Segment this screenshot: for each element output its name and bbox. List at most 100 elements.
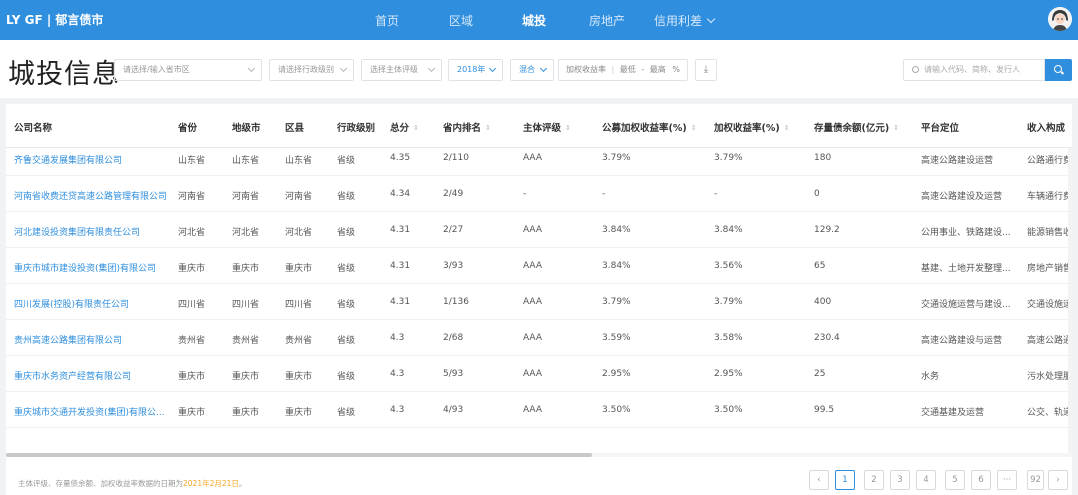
balance-cell: 400 xyxy=(814,297,832,307)
table-row[interactable]: 重庆城市交通开发投资(集团)有限公... 重庆市 重庆市 重庆市 省级 4.3 4/93 AA… xyxy=(6,392,1072,428)
admin-level-cell: 省级 xyxy=(337,156,356,166)
company-name-link[interactable]: 贵州高速公路集团有限公司 xyxy=(14,333,184,346)
page-button[interactable]: 2 xyxy=(864,470,884,490)
revenue-cell: 公路通行费 xyxy=(1027,156,1068,166)
year-select[interactable]: 2018年 xyxy=(448,59,503,81)
admin-level-cell: 省级 xyxy=(337,300,356,310)
yield-min-input[interactable]: 最低 xyxy=(620,65,636,74)
province-select[interactable]: 请选择/输入省市区 xyxy=(114,59,262,81)
balance-cell: 0 xyxy=(814,189,820,199)
search-button[interactable] xyxy=(1045,59,1072,81)
brand-logo[interactable]: LY GF | 郁言债市 xyxy=(6,11,103,28)
prev-page-button[interactable]: ‹ xyxy=(809,470,829,490)
column-header-yield-label: 加权收益率(%) xyxy=(714,123,780,134)
page-button[interactable]: 1 xyxy=(835,470,855,490)
page-button[interactable]: 3 xyxy=(890,470,910,490)
company-name-link[interactable]: 重庆城市交通开发投资(集团)有限公... xyxy=(14,405,184,418)
nav-item-credit-spread[interactable]: 信用利差 xyxy=(654,12,716,29)
page-button[interactable]: 92 xyxy=(1027,470,1044,490)
avatar[interactable] xyxy=(1048,7,1072,31)
next-page-button[interactable]: › xyxy=(1048,470,1068,490)
download-button[interactable]: ⤓ xyxy=(695,59,717,81)
yield-cell: 3.79% xyxy=(714,153,743,163)
horizontal-scrollbar[interactable] xyxy=(6,453,1072,457)
position-cell: 交通设施运营与建设... xyxy=(921,300,1011,310)
rank-cell: 3/93 xyxy=(443,261,464,271)
nav-item-home[interactable]: 首页 xyxy=(375,12,399,29)
nav-item-real-estate[interactable]: 房地产 xyxy=(589,12,625,29)
city-cell: 河南省 xyxy=(232,192,260,202)
city-cell: 河北省 xyxy=(232,228,260,238)
table-row[interactable]: 四川发展(控股)有限责任公司 四川省 四川省 四川省 省级 4.31 1/136 AAA 3.7… xyxy=(6,284,1072,320)
mode-select[interactable]: 混合 xyxy=(510,59,554,81)
rank-cell: 4/93 xyxy=(443,405,464,415)
yield-cell: 3.56% xyxy=(714,261,743,271)
column-header-admin-level: 行政级别 xyxy=(337,123,376,134)
score-cell: 4.3 xyxy=(390,369,405,379)
sort-icon: ⇕ xyxy=(690,124,697,132)
yield-max-input[interactable]: 最高 xyxy=(650,65,666,74)
note-prefix: 主体评级、存量债余额、加权收益率数据的日期为 xyxy=(18,479,183,488)
company-name-link[interactable]: 河北建设投资集团有限责任公司 xyxy=(14,225,184,238)
rank-cell: 2/110 xyxy=(443,153,469,163)
yield-range-filter[interactable]: 加权收益率 | 最低 - 最高 % xyxy=(558,59,688,81)
column-header-rating[interactable]: 主体评级 ⇕ xyxy=(523,120,571,134)
revenue-cell: 车辆通行费 xyxy=(1027,192,1068,202)
admin-level-cell: 省级 xyxy=(337,408,356,418)
page-button[interactable]: 5 xyxy=(945,470,965,490)
position-cell: 高速公路建设与运营 xyxy=(921,336,1003,346)
city-cell: 重庆市 xyxy=(232,264,260,274)
column-header-yield[interactable]: 加权收益率(%) ⇕ xyxy=(714,120,790,134)
rank-cell: 5/93 xyxy=(443,369,464,379)
table-row[interactable]: 重庆市水务资产经营有限公司 重庆市 重庆市 重庆市 省级 4.3 5/93 AAA 2.95% 2… xyxy=(6,356,1072,392)
rating-cell: AAA xyxy=(523,369,542,379)
column-header-score-label: 总分 xyxy=(390,123,410,134)
filter-bar: 城投信息 请选择/输入省市区 请选择行政级别 选择主体评级 2018年 混合 加… xyxy=(0,40,1078,98)
score-cell: 4.3 xyxy=(390,405,405,415)
table-row[interactable]: 重庆市城市建设投资(集团)有限公司 重庆市 重庆市 重庆市 省级 4.31 3/93 AAA 3… xyxy=(6,248,1072,284)
revenue-cell: 房地产销售 xyxy=(1027,264,1068,274)
table-row[interactable]: 河南省收费还贷高速公路管理有限公司 河南省 河南省 河南省 省级 4.34 2/49- - -0… xyxy=(6,176,1072,212)
search-input[interactable]: 请输入代码、简称、发行人 xyxy=(903,59,1045,81)
download-icon: ⤓ xyxy=(703,64,709,75)
column-header-balance-label: 存量债余额(亿元) xyxy=(814,123,890,134)
company-name-link[interactable]: 重庆市城市建设投资(集团)有限公司 xyxy=(14,261,184,274)
company-name-link[interactable]: 齐鲁交通发展集团有限公司 xyxy=(14,153,184,166)
company-name-link[interactable]: 河南省收费还贷高速公路管理有限公司 xyxy=(14,189,184,202)
page-button[interactable]: 6 xyxy=(971,470,991,490)
column-header-province: 省份 xyxy=(178,123,198,134)
mode-select-value: 混合 xyxy=(519,65,535,74)
public-yield-cell: 3.79% xyxy=(602,153,631,163)
admin-level-select[interactable]: 请选择行政级别 xyxy=(269,59,354,81)
pagination-ellipsis[interactable]: ··· xyxy=(997,470,1017,490)
vertical-scrollbar[interactable] xyxy=(1068,148,1072,453)
company-name-link[interactable]: 四川发展(控股)有限责任公司 xyxy=(14,297,184,310)
column-header-revenue: 收入构成 xyxy=(1027,123,1066,134)
chevron-down-icon xyxy=(539,64,548,73)
rating-select[interactable]: 选择主体评级 xyxy=(361,59,442,81)
chevron-down-icon xyxy=(339,64,348,73)
column-header-company: 公司名称 xyxy=(14,123,53,134)
province-cell: 山东省 xyxy=(178,156,206,166)
revenue-cell: 公交、轨道 xyxy=(1027,408,1068,418)
score-cell: 4.31 xyxy=(390,225,411,235)
public-yield-cell: 3.59% xyxy=(602,333,631,343)
column-header-rank[interactable]: 省内排名 ⇕ xyxy=(443,120,491,134)
nav-item-chengtou[interactable]: 城投 xyxy=(522,12,546,29)
company-name-link[interactable]: 重庆市水务资产经营有限公司 xyxy=(14,369,184,382)
table-row[interactable]: 河北建设投资集团有限责任公司 河北省 河北省 河北省 省级 4.31 2/27 AAA 3.84… xyxy=(6,212,1072,248)
score-cell: 4.3 xyxy=(390,333,405,343)
column-header-score[interactable]: 总分 ⇕ xyxy=(390,120,419,134)
position-cell: 基建、土地开发整理... xyxy=(921,264,1011,274)
page-button[interactable]: 4 xyxy=(916,470,936,490)
nav-item-region[interactable]: 区域 xyxy=(449,12,473,29)
scrollbar-thumb[interactable] xyxy=(6,453,592,457)
column-header-balance[interactable]: 存量债余额(亿元) ⇕ xyxy=(814,120,899,134)
avatar-icon xyxy=(1048,7,1072,31)
table-row[interactable]: 贵州高速公路集团有限公司 贵州省 贵州省 贵州省 省级 4.3 2/68 AAA 3.59% 3.… xyxy=(6,320,1072,356)
column-header-public-yield[interactable]: 公募加权收益率(%) ⇕ xyxy=(602,120,697,134)
county-cell: 重庆市 xyxy=(285,264,313,274)
position-cell: 高速公路建设及运营 xyxy=(921,192,1003,202)
balance-cell: 129.2 xyxy=(814,225,840,235)
balance-cell: 25 xyxy=(814,369,826,379)
